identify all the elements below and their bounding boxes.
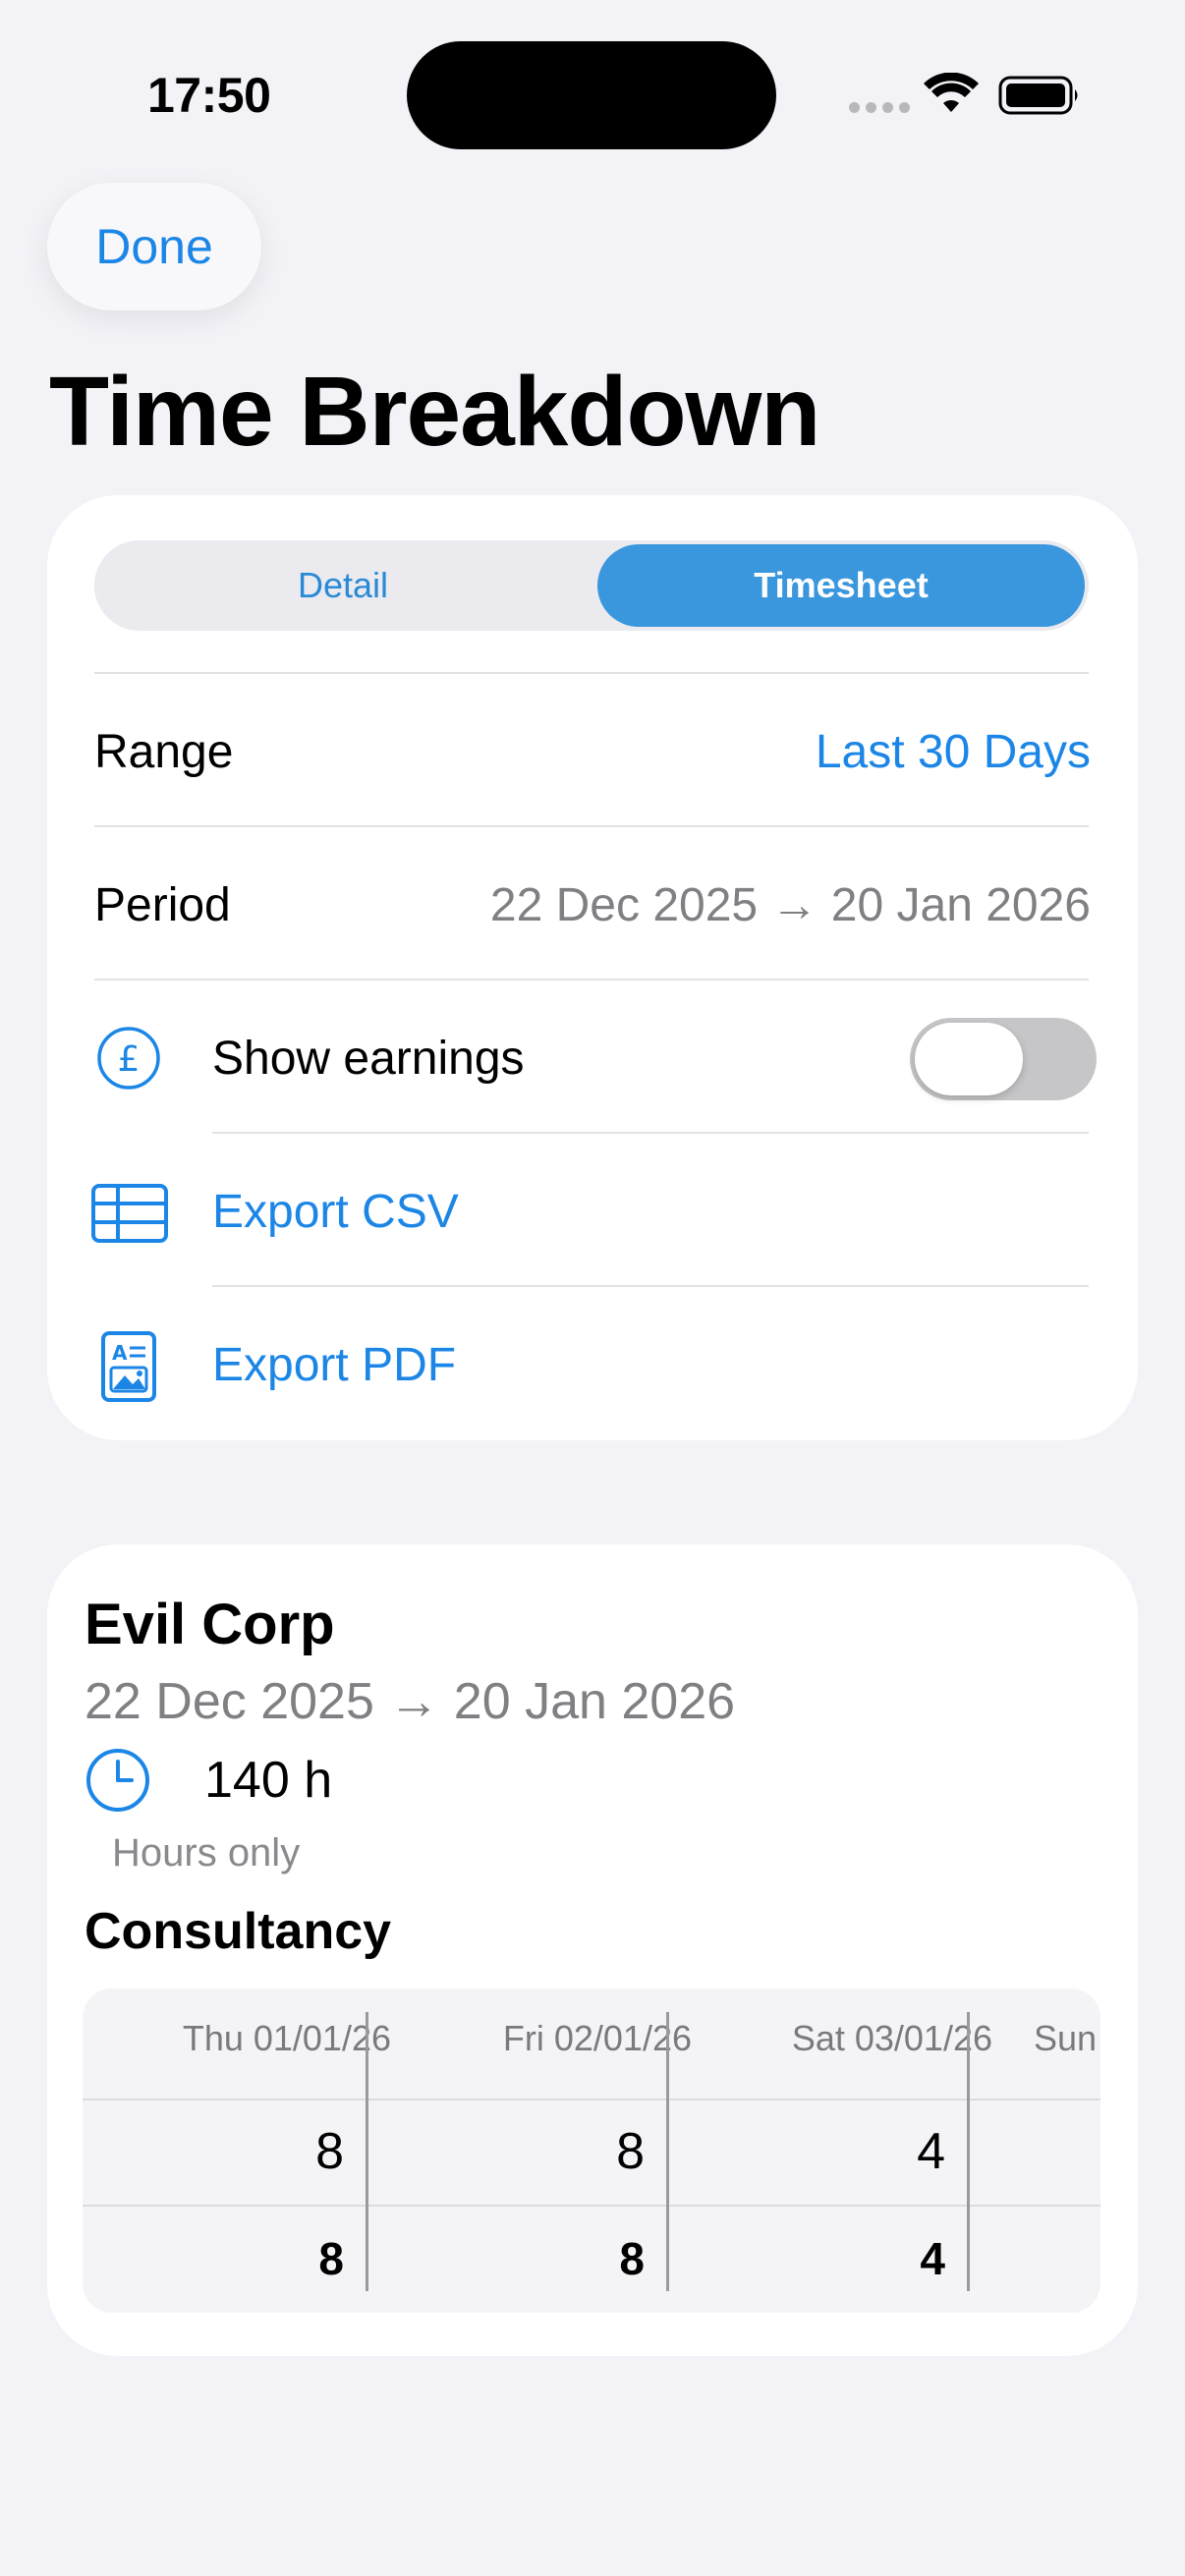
cellular-signal-icon xyxy=(849,102,910,113)
done-button[interactable]: Done xyxy=(47,183,261,310)
segment-detail[interactable]: Detail xyxy=(98,544,588,627)
show-earnings-label: Show earnings xyxy=(212,1033,525,1085)
dynamic-island xyxy=(407,41,776,149)
status-time: 17:50 xyxy=(147,68,271,123)
document-richtext-icon: A xyxy=(101,1331,156,1402)
divider xyxy=(94,825,1089,827)
settings-card: Detail Timesheet Range Last 30 Days Peri… xyxy=(47,495,1138,1440)
clock-icon xyxy=(86,1749,149,1812)
toggle-knob xyxy=(915,1023,1023,1095)
table-total-cell: 4 xyxy=(920,2233,945,2284)
table-icon xyxy=(91,1184,168,1243)
show-earnings-toggle[interactable] xyxy=(910,1018,1097,1100)
period-value: 22 Dec 2025 → 20 Jan 2026 xyxy=(489,879,1091,931)
total-hours: 140 h xyxy=(204,1752,333,1809)
export-csv-button[interactable]: Export CSV xyxy=(212,1185,459,1239)
svg-text:£: £ xyxy=(118,1039,141,1080)
period-label: Period xyxy=(94,879,231,931)
svg-text:A: A xyxy=(112,1341,128,1365)
column-divider xyxy=(366,2012,368,2291)
export-pdf-button[interactable]: Export PDF xyxy=(212,1338,456,1392)
wifi-icon xyxy=(924,73,979,112)
row-divider xyxy=(83,2205,1100,2207)
table-total-cell: 8 xyxy=(619,2233,645,2284)
summary-period: 22 Dec 2025 → 20 Jan 2026 xyxy=(85,1673,736,1730)
segmented-control: Detail Timesheet xyxy=(94,540,1089,631)
range-label: Range xyxy=(94,726,234,778)
table-cell: 4 xyxy=(917,2123,945,2180)
table-cell: 8 xyxy=(616,2123,645,2180)
table-cell: 8 xyxy=(315,2123,344,2180)
column-header: Fri 02/01/26 xyxy=(502,2018,692,2058)
column-header: Thu 01/01/26 xyxy=(182,2018,391,2058)
pound-sign-icon: £ xyxy=(97,1027,160,1090)
divider xyxy=(212,1132,1089,1134)
range-picker[interactable]: Last 30 Days xyxy=(816,725,1091,779)
divider xyxy=(212,1285,1089,1287)
timesheet-table[interactable]: Thu 01/01/26 Fri 02/01/26 Sat 03/01/26 S… xyxy=(83,1988,1100,2313)
column-header: Sat 03/01/26 xyxy=(791,2018,992,2058)
column-header: Sun xyxy=(1034,2018,1098,2058)
row-divider xyxy=(83,2099,1100,2100)
divider xyxy=(94,979,1089,980)
column-divider xyxy=(666,2012,669,2291)
table-total-cell: 8 xyxy=(318,2233,344,2284)
page-title: Time Breakdown xyxy=(49,357,820,467)
screen: 17:50 Done Time Breakdown Detail Timeshe… xyxy=(0,0,1185,2576)
column-divider xyxy=(967,2012,970,2291)
project-name: Consultancy xyxy=(85,1903,392,1960)
divider xyxy=(94,672,1089,674)
battery-icon xyxy=(998,76,1078,115)
hours-note: Hours only xyxy=(112,1831,301,1875)
segment-timesheet[interactable]: Timesheet xyxy=(597,544,1085,627)
company-name: Evil Corp xyxy=(85,1593,335,1656)
summary-card: Evil Corp 22 Dec 2025 → 20 Jan 2026 140 … xyxy=(47,1544,1138,2356)
